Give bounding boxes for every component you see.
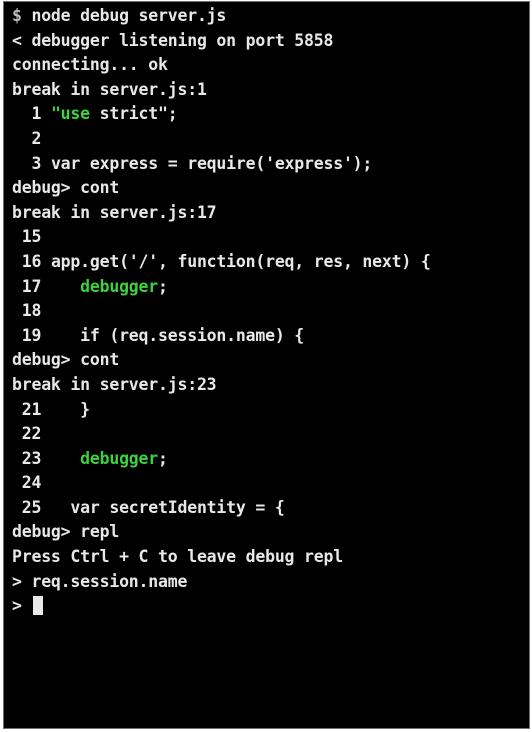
line-number: 2 [12,128,42,148]
terminal-window[interactable]: $ node debug server.js < debugger listen… [3,1,530,729]
line-code: strict"; [89,104,178,124]
debug-command-line: debug> cont [12,350,120,370]
source-line-21: 21 } [12,398,529,423]
line-number: 22 [12,424,42,444]
source-line-15: 15 [12,225,529,250]
terminal-line-2: < debugger listening on port 5858 [12,30,334,50]
source-line-16: 16 app.get('/', function(req, res, next)… [12,250,529,275]
source-line-18: 18 [12,299,529,324]
terminal-output: $ node debug server.js < debugger listen… [12,4,529,619]
line-number: 25 [12,497,51,517]
line-number: 17 [12,276,51,296]
repl-prompt: > [12,596,32,616]
shell-prompt: $ [12,6,22,25]
debugger-keyword: debugger [50,276,159,296]
repl-hint-line: Press Ctrl + C to leave debug repl [12,547,343,567]
line-number: 18 [12,301,42,321]
terminal-line-4: break in server.js:1 [12,79,207,99]
text-cursor [33,596,44,616]
source-line-19: 19 if (req.session.name) { [12,324,529,349]
source-line-25: 25 var secretIdentity = { [12,496,529,521]
line-number: 3 [12,153,51,173]
line-text: node debug server.js [21,6,227,25]
string-literal: "use [50,104,90,124]
line-number: 19 [12,325,51,345]
terminal-line-1: $ node debug server.js [12,4,529,29]
line-code: app.get('/', function(req, res, next) { [50,251,431,271]
repl-command-line: debug> repl [12,522,120,542]
source-line-23: 23 debugger; [12,447,529,472]
line-code: var secretIdentity = { [50,497,285,517]
break-line: break in server.js:17 [12,202,217,222]
break-line: break in server.js:23 [12,374,217,394]
line-number: 23 [12,448,51,468]
source-line-17: 17 debugger; [12,275,529,300]
line-code: if (req.session.name) { [50,325,305,345]
source-line-2: 2 [12,127,529,152]
terminal-line-3: connecting... ok [12,55,168,75]
source-line-3: 3 var express = require('express'); [12,152,529,177]
debug-command-line: debug> cont [12,178,120,198]
line-code: var express = require('express'); [50,153,373,173]
line-code: ; [158,276,168,296]
source-line-1: 1 "use strict"; [12,102,529,127]
line-number: 24 [12,473,42,493]
source-line-22: 22 [12,422,529,447]
repl-prompt-line[interactable]: > [12,594,529,619]
line-number: 16 [12,251,51,271]
source-line-24: 24 [12,471,529,496]
line-code: } [50,399,90,419]
line-code: ; [158,448,168,468]
line-number: 15 [12,227,42,247]
repl-input-line: > req.session.name [12,571,188,591]
debugger-keyword: debugger [50,448,159,468]
line-number: 1 [12,104,51,124]
line-number: 21 [12,399,51,419]
